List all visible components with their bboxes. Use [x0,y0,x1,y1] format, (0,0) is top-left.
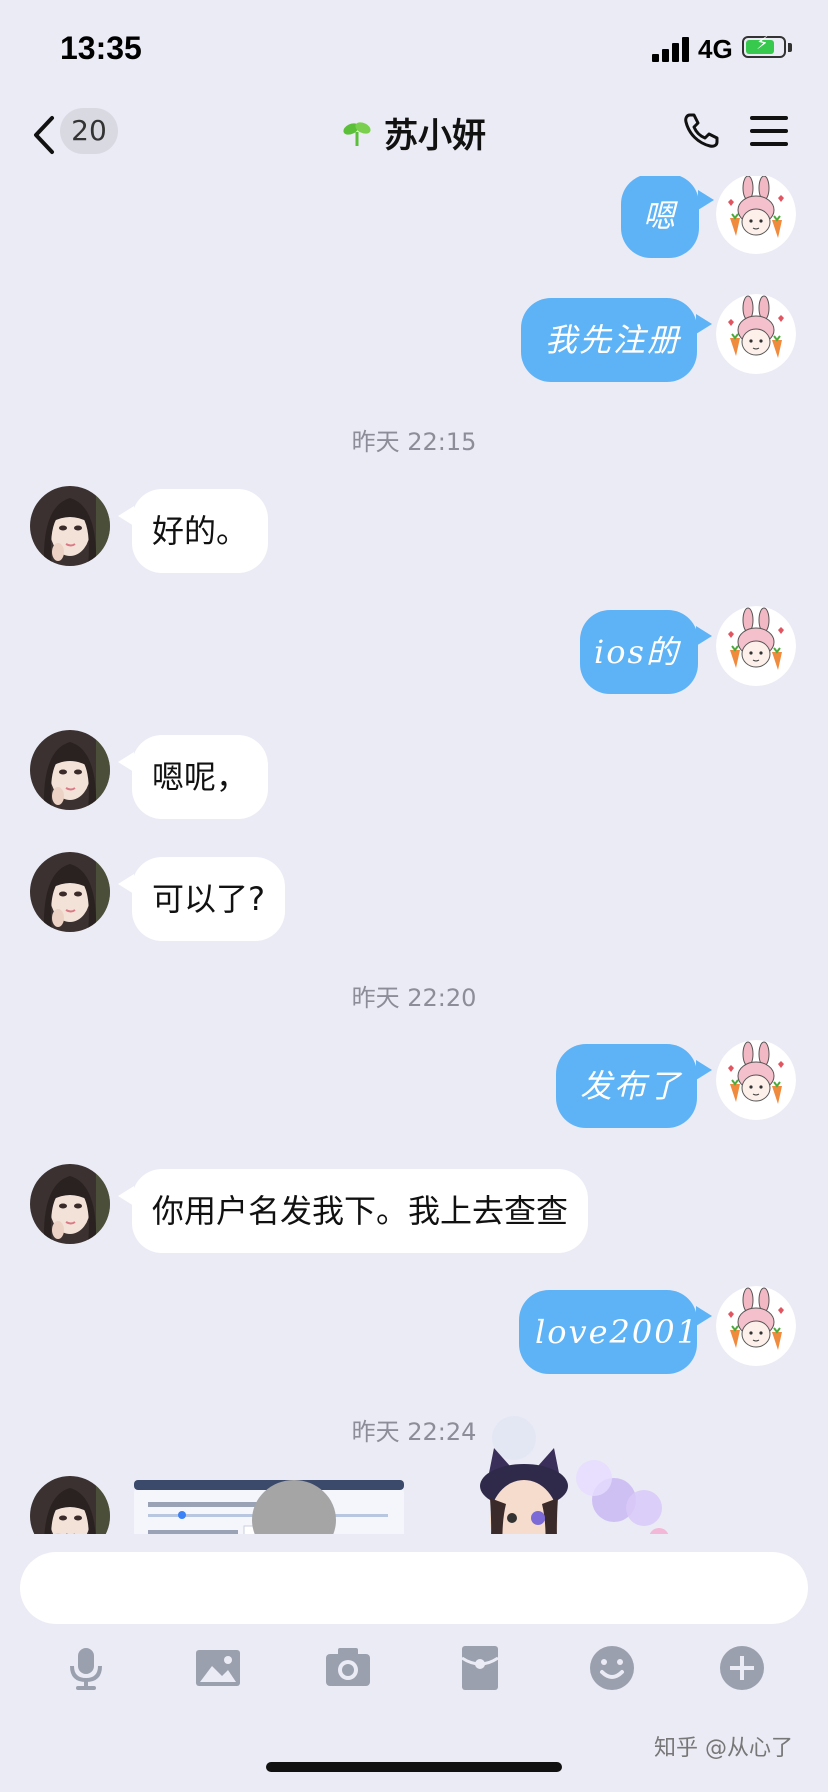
menu-icon[interactable] [750,114,790,148]
image-icon[interactable] [194,1644,242,1692]
status-bar: 13:35 4G ⚡ [0,0,828,100]
emoji-icon[interactable] [588,1644,636,1692]
battery-icon: ⚡ [742,33,786,58]
message-bubble[interactable]: 好的。 [132,489,269,573]
signal-icon [652,36,692,62]
phone-icon[interactable] [682,112,720,150]
message-bubble[interactable]: 我先注册 [521,298,697,382]
timestamp: 昨天 22:20 [351,984,477,1012]
contact-avatar[interactable] [30,486,110,566]
message-bubble[interactable]: 可以了? [132,857,285,941]
sticker-message[interactable] [454,1408,694,1534]
status-time: 13:35 [60,30,142,66]
my-avatar[interactable] [716,1040,796,1120]
bubble-tail [698,190,714,210]
contact-avatar[interactable] [30,1476,110,1534]
title-group[interactable]: 苏小妍 [342,108,486,157]
network-type: 4G [698,34,733,64]
nav-bar: 20 苏小妍 [0,100,828,176]
my-avatar[interactable] [716,1286,796,1366]
message-input[interactable] [20,1552,808,1624]
plus-icon[interactable] [718,1644,766,1692]
bubble-tail [696,626,712,646]
battery-tip [788,43,792,52]
bubble-tail [696,314,712,334]
input-area: 知乎 @从心了 [0,1534,828,1792]
my-avatar[interactable] [716,176,796,254]
microphone-icon[interactable] [62,1644,110,1692]
message-bubble[interactable]: 发布了 [556,1044,697,1128]
contact-avatar[interactable] [30,852,110,932]
my-avatar[interactable] [716,294,796,374]
red-packet-icon[interactable] [456,1644,504,1692]
message-bubble[interactable]: 嗯 [621,176,699,258]
my-avatar[interactable] [716,606,796,686]
chat-title: 苏小妍 [384,116,486,156]
message-bubble[interactable]: 嗯呢， [132,735,269,819]
timestamp: 昨天 22:15 [351,428,477,456]
message-bubble[interactable]: love2001 [519,1290,697,1374]
camera-icon[interactable] [324,1644,372,1692]
input-toolbar [0,1644,828,1704]
contact-avatar[interactable] [30,1164,110,1244]
image-message[interactable] [134,1480,404,1534]
timestamp: 昨天 22:24 [351,1418,477,1446]
sprout-icon [343,121,371,146]
home-indicator[interactable] [266,1762,562,1772]
bubble-tail [696,1060,712,1080]
contact-avatar[interactable] [30,730,110,810]
watermark: 知乎 @从心了 [654,1736,793,1761]
message-bubble[interactable]: ios的 [580,610,698,694]
chat-area[interactable]: 嗯 我先注册 昨天 22:15 好的。 ios的 嗯呢， 可以了? 昨天 22:… [0,176,828,1534]
message-bubble[interactable]: 你用户名发我下。我上去查查 [132,1169,589,1253]
bubble-tail [696,1306,712,1326]
